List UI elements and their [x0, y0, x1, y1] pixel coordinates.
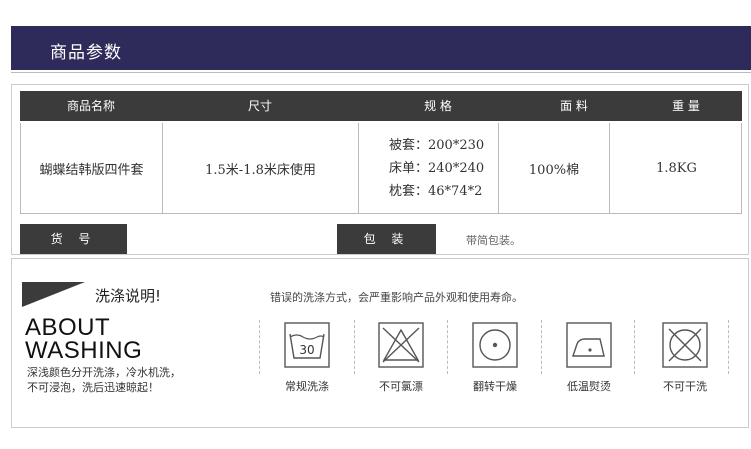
icon-divider — [541, 320, 542, 374]
cell-product-name: 蝴蝶结韩版四件套 — [39, 162, 144, 178]
icon-divider — [354, 320, 355, 374]
cell-weight: 1.8KG — [656, 160, 697, 176]
header-divider — [11, 72, 751, 73]
spec-pillowcase: 枕套：46*74*2 — [389, 183, 483, 199]
icon-divider — [634, 320, 635, 374]
note-line-2: 不可浸泡，洗后迅速晾起！ — [27, 381, 159, 394]
note-line-1: 深浅颜色分开洗涤，冷水机洗， — [27, 366, 181, 379]
section-title: 商品参数 — [50, 43, 122, 63]
washing-warning: 错误的洗涤方式，会严重影响产品外观和使用寿命。 — [270, 291, 523, 304]
spec-sheet: 床单：240*240 — [389, 160, 485, 176]
care-label-no-dry-clean: 不可干洗 — [663, 380, 707, 393]
cell-spec: 被套：200*230 床单：240*240 枕套：46*74*2 — [359, 123, 498, 213]
heading-line-1: ABOUT — [25, 314, 111, 341]
title-decoration — [22, 282, 85, 307]
table-header-row: 商品名称 尺寸 规 格 面 料 重 量 — [20, 91, 742, 121]
about-washing-heading: ABOUT WASHING — [25, 314, 143, 364]
washing-note: 深浅颜色分开洗涤，冷水机洗， 不可浸泡，洗后迅速晾起！ — [27, 365, 181, 395]
icon-divider — [447, 320, 448, 374]
cell-size: 1.5米-1.8米床使用 — [205, 162, 316, 178]
column-header-name: 商品名称 — [66, 99, 115, 113]
washing-title: 洗涤说明! — [95, 287, 162, 305]
column-header-fabric: 面 料 — [560, 99, 588, 113]
column-header-size: 尺寸 — [247, 99, 272, 113]
column-header-spec: 规 格 — [424, 99, 452, 113]
care-label-wash: 常规洗涤 — [285, 380, 329, 393]
spec-duvet: 被套：200*230 — [389, 137, 485, 153]
care-label-tumble-dry: 翻转干燥 — [473, 380, 517, 393]
packaging-value: 带简包装。 — [466, 234, 521, 247]
care-label-no-bleach: 不可氯漂 — [379, 380, 423, 393]
no-bleach-icon — [378, 322, 424, 368]
iron-low-icon — [566, 322, 612, 368]
icon-divider — [728, 320, 729, 374]
column-header-weight: 重 量 — [672, 99, 700, 113]
section-header: 商品参数 — [11, 26, 751, 70]
cell-fabric: 100%棉 — [528, 162, 580, 178]
table-row: 蝴蝶结韩版四件套 1.5米-1.8米床使用 被套：200*230 床单：240*… — [20, 123, 742, 214]
icon-divider — [259, 320, 260, 374]
care-label-iron: 低温熨烫 — [567, 380, 611, 393]
wash-temperature: 30 — [299, 343, 314, 357]
no-dry-clean-icon — [662, 322, 708, 368]
heading-line-2: WASHING — [25, 337, 143, 364]
wash-30-icon: 30 — [284, 322, 330, 368]
item-number-label: 货 号 — [20, 224, 127, 254]
packaging-label: 包 装 — [337, 224, 436, 254]
tumble-dry-icon — [472, 322, 518, 368]
